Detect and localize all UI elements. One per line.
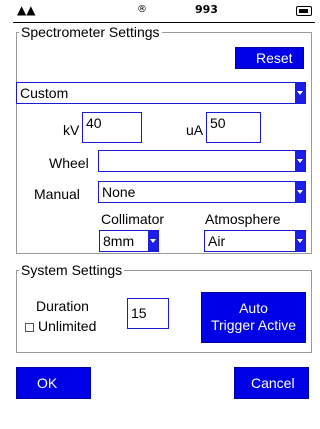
atmosphere-select-value: Air	[208, 233, 226, 249]
chevron-down-icon[interactable]	[295, 83, 305, 103]
duration-label: Duration	[36, 298, 89, 314]
status-number: 993	[195, 3, 218, 16]
manual-select[interactable]: None	[98, 181, 306, 203]
cancel-button[interactable]: Cancel	[234, 367, 309, 399]
status-bar: ▲▲ ® 993	[13, 0, 315, 23]
ua-input[interactable]: 50	[206, 112, 261, 143]
auto-trigger-button[interactable]: Auto Trigger Active	[201, 292, 306, 343]
unlimited-label: Unlimited	[38, 318, 97, 334]
collimator-select-value: 8mm	[103, 233, 135, 249]
chevron-down-icon[interactable]	[295, 231, 305, 251]
chevron-down-icon[interactable]	[295, 151, 305, 171]
chevron-down-icon[interactable]	[295, 182, 305, 202]
auto-trigger-line2: Trigger Active	[210, 317, 297, 333]
duration-input[interactable]: 15	[127, 298, 169, 329]
manual-label: Manual	[34, 186, 80, 202]
atmosphere-select[interactable]: Air	[204, 230, 306, 252]
auto-trigger-line1: Auto	[239, 300, 268, 316]
collimator-label: Collimator	[101, 211, 165, 227]
collimator-select[interactable]: 8mm	[99, 230, 159, 252]
atmosphere-label: Atmosphere	[205, 211, 281, 227]
spectrometer-settings-legend: Spectrometer Settings	[19, 24, 162, 40]
dialog-window: ▲▲ ® 993 Spectrometer Settings Reset Cus…	[13, 0, 315, 429]
ua-label: uA	[186, 122, 204, 138]
system-settings-legend: System Settings	[19, 262, 125, 278]
battery-icon	[296, 6, 312, 16]
signal-icon: ▲▲	[17, 3, 36, 17]
mode-select[interactable]: Custom	[16, 82, 306, 104]
wheel-label: Wheel	[49, 155, 89, 171]
wheel-select[interactable]	[98, 150, 306, 172]
kv-label: kV	[63, 122, 80, 138]
reset-button[interactable]: Reset	[235, 47, 304, 69]
ok-button[interactable]: OK	[16, 367, 91, 399]
kv-input[interactable]: 40	[82, 112, 142, 143]
chevron-down-icon[interactable]	[148, 231, 158, 251]
mode-select-value: Custom	[20, 85, 69, 101]
registered-mark: ®	[137, 4, 147, 15]
manual-select-value: None	[102, 184, 136, 200]
unlimited-checkbox[interactable]	[25, 323, 34, 332]
